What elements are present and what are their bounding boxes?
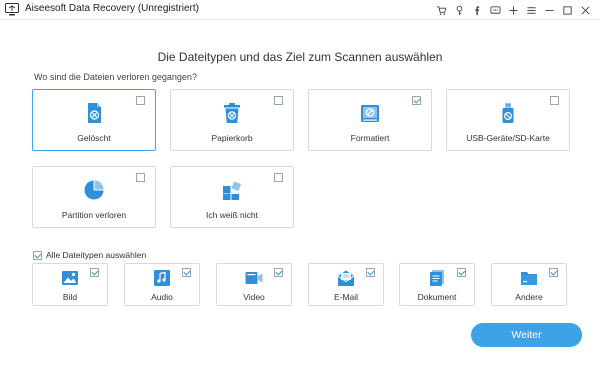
trash-icon [221, 102, 243, 124]
checkbox[interactable] [136, 96, 145, 105]
select-all-label: Alle Dateitypen auswählen [46, 250, 147, 260]
location-label: USB-Geräte/SD-Karte [466, 133, 550, 143]
location-label: Partition verloren [61, 210, 127, 220]
select-all-types[interactable]: Alle Dateitypen auswählen [33, 250, 146, 260]
chat-icon[interactable] [486, 2, 504, 18]
type-label: Bild [62, 292, 78, 302]
select-all-checkbox[interactable] [33, 250, 42, 260]
location-label: Gelöscht [77, 133, 111, 143]
type-card-image[interactable]: Bild [32, 263, 108, 306]
close-icon[interactable] [576, 2, 594, 18]
location-card-recycle-bin[interactable]: Papierkorb [170, 89, 294, 151]
usb-icon [497, 102, 519, 124]
checkbox-checked[interactable] [90, 268, 99, 277]
type-card-other[interactable]: Andere [491, 263, 567, 306]
plus-icon[interactable] [504, 2, 522, 18]
document-icon [428, 269, 446, 287]
title-bar: Aiseesoft Data Recovery (Unregistriert) [0, 0, 600, 20]
minimize-icon[interactable] [540, 2, 558, 18]
key-icon[interactable] [450, 2, 468, 18]
location-label: Ich weiß nicht [206, 210, 258, 220]
type-label: Andere [515, 292, 543, 302]
cart-icon[interactable] [432, 2, 450, 18]
image-icon [61, 269, 79, 287]
partition-icon [83, 179, 105, 201]
deleted-icon [83, 102, 105, 124]
maximize-icon[interactable] [558, 2, 576, 18]
video-icon [245, 269, 263, 287]
location-card-formatted[interactable]: Formatiert [308, 89, 432, 151]
type-label: Dokument [417, 292, 457, 302]
checkbox-checked[interactable] [549, 268, 558, 277]
app-logo-icon [5, 3, 19, 16]
checkbox-checked[interactable] [412, 96, 421, 105]
email-icon [337, 269, 355, 287]
location-card-partition[interactable]: Partition verloren [32, 166, 156, 228]
location-card-usb[interactable]: USB-Geräte/SD-Karte [446, 89, 570, 151]
checkbox[interactable] [274, 96, 283, 105]
location-card-unknown[interactable]: Ich weiß nicht [170, 166, 294, 228]
page-title: Die Dateitypen und das Ziel zum Scannen … [157, 50, 443, 64]
type-label: Video [243, 292, 265, 302]
formatted-icon [359, 102, 381, 124]
location-question: Wo sind die Dateien verloren gegangen? [34, 72, 197, 82]
checkbox-checked[interactable] [182, 268, 191, 277]
menu-icon[interactable] [522, 2, 540, 18]
type-card-email[interactable]: E-Mail [308, 263, 384, 306]
unknown-icon [221, 179, 243, 201]
folder-icon [520, 269, 538, 287]
window-title: Aiseesoft Data Recovery (Unregistriert) [25, 3, 199, 14]
next-button[interactable]: Weiter [471, 323, 582, 347]
type-card-audio[interactable]: Audio [124, 263, 200, 306]
type-card-video[interactable]: Video [216, 263, 292, 306]
facebook-icon[interactable] [468, 2, 486, 18]
checkbox[interactable] [274, 173, 283, 182]
checkbox[interactable] [136, 173, 145, 182]
checkbox[interactable] [550, 96, 559, 105]
checkbox-checked[interactable] [274, 268, 283, 277]
location-card-deleted[interactable]: Gelöscht [32, 89, 156, 151]
checkbox-checked[interactable] [457, 268, 466, 277]
type-card-document[interactable]: Dokument [399, 263, 475, 306]
checkbox-checked[interactable] [366, 268, 375, 277]
location-label: Papierkorb [211, 133, 253, 143]
location-label: Formatiert [350, 133, 390, 143]
audio-icon [153, 269, 171, 287]
type-label: E-Mail [333, 292, 359, 302]
type-label: Audio [151, 292, 173, 302]
